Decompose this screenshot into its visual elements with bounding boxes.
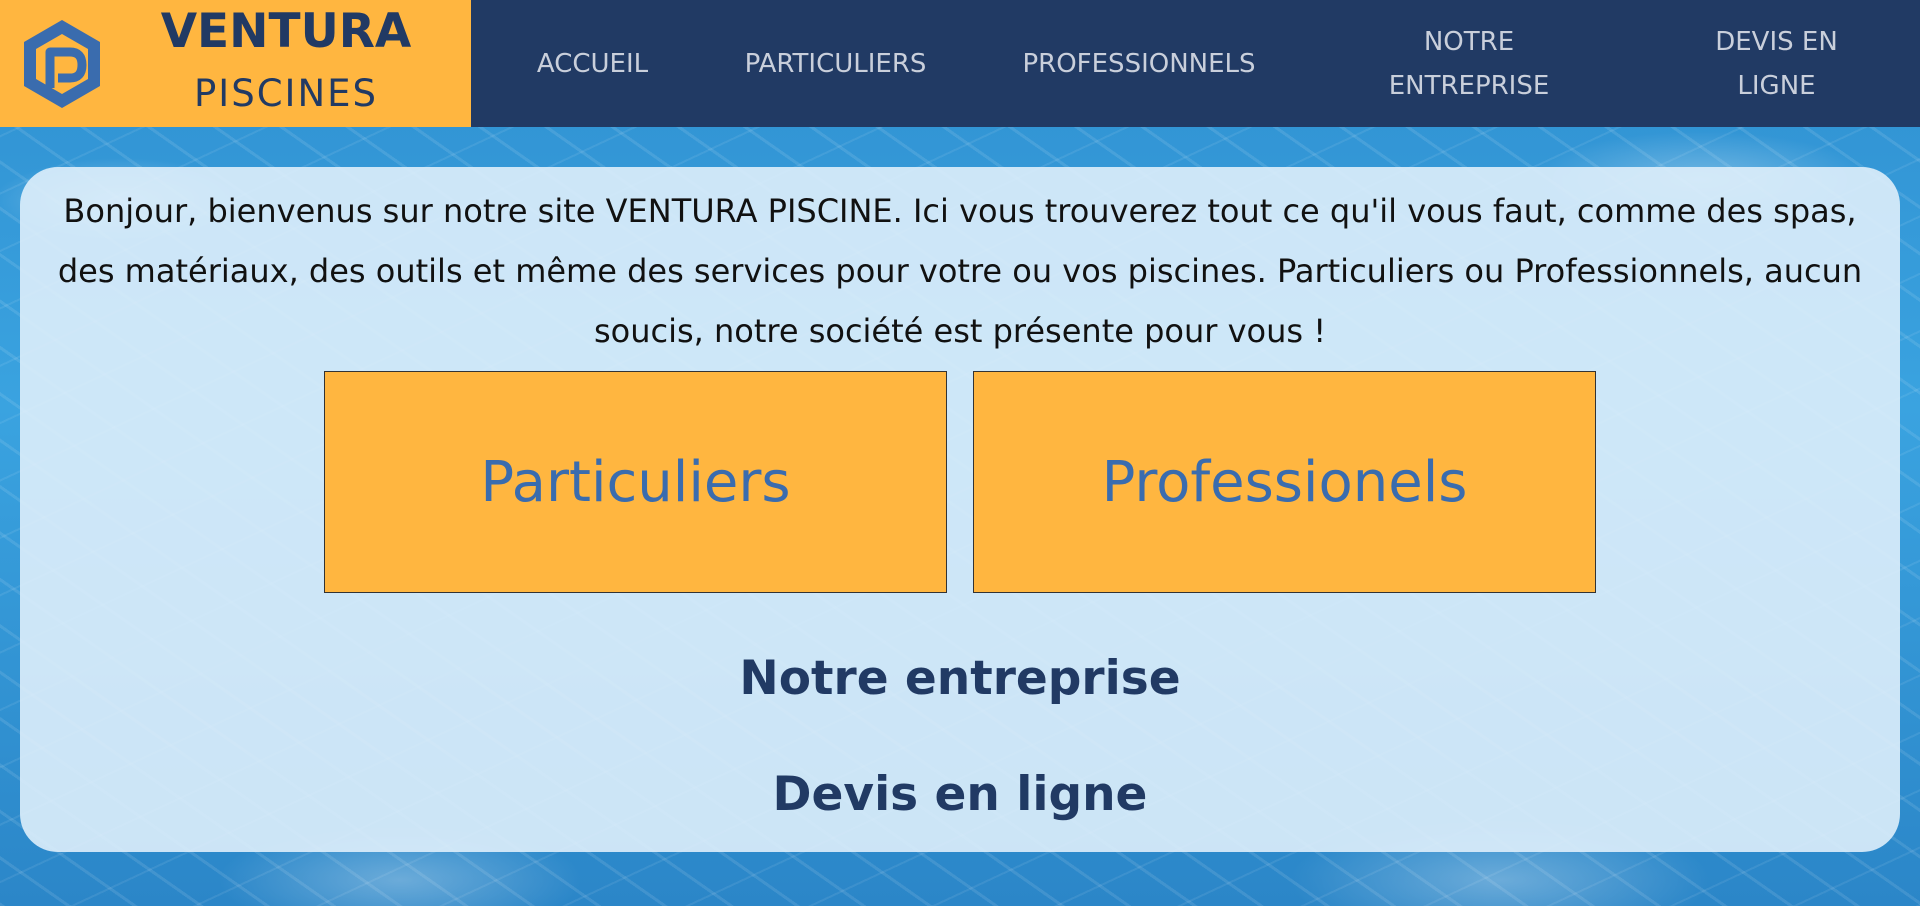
nav-item-notre-entreprise[interactable]: NOTRE ENTREPRISE xyxy=(1368,20,1570,108)
nav-item-accueil[interactable]: ACCUEIL xyxy=(520,42,665,86)
brand-subtitle: PISCINES xyxy=(194,72,378,115)
nav-item-label-line1: NOTRE xyxy=(1423,27,1515,57)
brand-block[interactable]: VENTURA PISCINES xyxy=(0,0,471,127)
hexagon-p-logo-icon xyxy=(24,20,100,108)
particuliers-button[interactable]: Particuliers xyxy=(324,371,947,593)
nav-item-label-line2: ENTREPRISE xyxy=(1388,71,1550,101)
nav-item-label: PARTICULIERS xyxy=(744,49,927,79)
welcome-panel: Bonjour, bienvenus sur notre site VENTUR… xyxy=(20,167,1900,852)
professionels-button[interactable]: Professionels xyxy=(973,371,1596,593)
nav-item-label-line1: DEVIS EN xyxy=(1715,27,1838,57)
nav-item-label-line2: LIGNE xyxy=(1737,71,1816,101)
nav-item-particuliers[interactable]: PARTICULIERS xyxy=(733,42,938,86)
nav-item-label: ACCUEIL xyxy=(536,49,649,79)
notre-entreprise-link[interactable]: Notre entreprise xyxy=(20,651,1900,706)
nav-item-devis-en-ligne[interactable]: DEVIS EN LIGNE xyxy=(1690,20,1863,108)
nav-item-label: PROFESSIONNELS xyxy=(1022,49,1256,79)
brand-title: VENTURA xyxy=(160,4,412,59)
devis-en-ligne-link[interactable]: Devis en ligne xyxy=(20,767,1900,822)
site-header: VENTURA PISCINES ACCUEIL PARTICULIERS PR… xyxy=(0,0,1920,127)
nav-item-professionnels[interactable]: PROFESSIONNELS xyxy=(1010,42,1268,86)
intro-text: Bonjour, bienvenus sur notre site VENTUR… xyxy=(57,192,1863,350)
